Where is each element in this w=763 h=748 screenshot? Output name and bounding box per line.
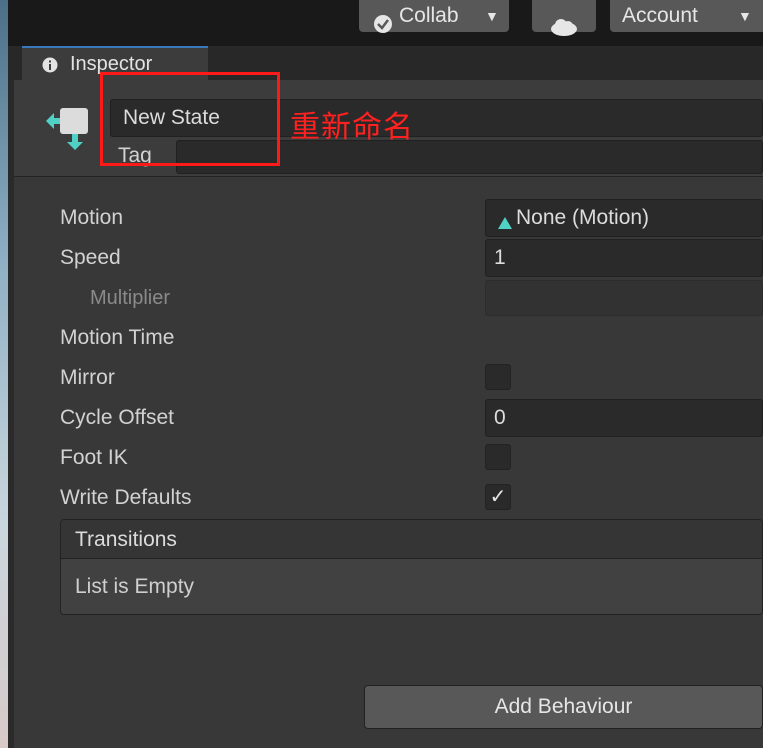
collab-label: Collab [399, 4, 459, 27]
check-circle-icon [373, 6, 393, 46]
cycle-offset-value: 0 [494, 406, 506, 429]
transitions-header: Transitions [61, 520, 762, 559]
foot-ik-label: Foot IK [60, 446, 128, 469]
chevron-down-icon: ▼ [738, 8, 752, 24]
animator-state-icon [42, 102, 92, 157]
add-behaviour-button[interactable]: Add Behaviour [364, 685, 763, 729]
foot-ik-checkbox[interactable] [485, 444, 511, 470]
annotation-label: 重新命名 [290, 110, 414, 145]
write-defaults-label: Write Defaults [60, 486, 192, 509]
transitions-list: Transitions List is Empty [60, 519, 763, 615]
write-defaults-checkbox[interactable]: ✓ [485, 484, 511, 510]
motion-value: None (Motion) [516, 206, 650, 229]
add-behaviour-label: Add Behaviour [494, 695, 633, 718]
speed-value: 1 [494, 246, 506, 269]
speed-label: Speed [60, 246, 121, 269]
list-empty-text: List is Empty [75, 575, 195, 598]
info-icon [42, 56, 58, 79]
cloud-icon [549, 8, 579, 46]
multiplier-field [485, 280, 763, 316]
multiplier-label: Multiplier [90, 287, 171, 309]
motion-clip-icon [498, 211, 512, 235]
mirror-checkbox[interactable] [485, 364, 511, 390]
cycle-offset-field[interactable]: 0 [485, 399, 763, 437]
motion-time-label: Motion Time [60, 326, 175, 349]
mirror-label: Mirror [60, 366, 115, 389]
cloud-button[interactable] [532, 0, 596, 36]
speed-field[interactable]: 1 [485, 239, 763, 277]
transitions-header-label: Transitions [75, 528, 177, 551]
motion-field[interactable]: None (Motion) [485, 199, 763, 237]
toolbar: Collab ▼ Account ▼ [8, 0, 763, 46]
cycle-offset-label: Cycle Offset [60, 406, 174, 429]
transitions-body: List is Empty [61, 559, 762, 614]
motion-label: Motion [60, 206, 124, 229]
account-label: Account [622, 4, 698, 27]
annotation-highlight-box [100, 72, 280, 166]
account-button[interactable]: Account ▼ [610, 0, 763, 32]
collab-button[interactable]: Collab ▼ [359, 0, 509, 33]
checkmark-icon: ✓ [489, 486, 507, 508]
chevron-down-icon: ▼ [485, 8, 499, 24]
